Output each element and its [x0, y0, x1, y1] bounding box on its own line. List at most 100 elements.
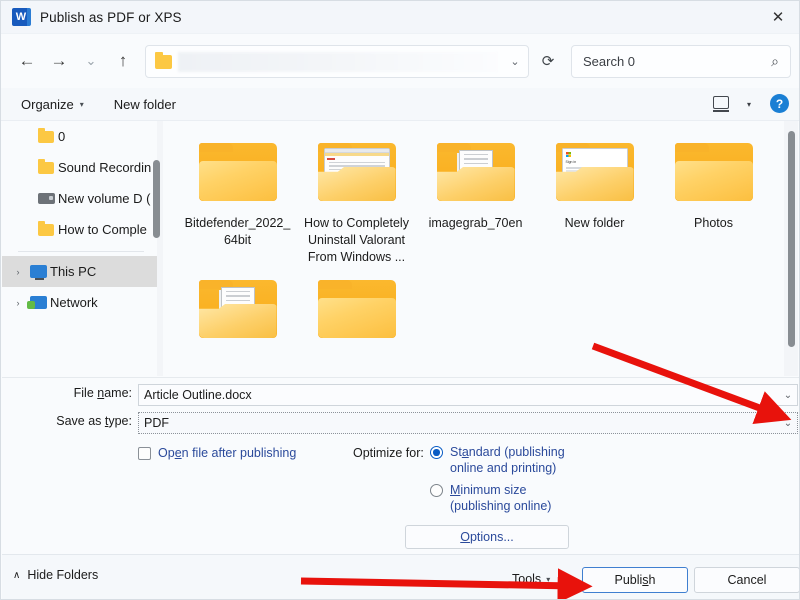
folder-icon: Sign in [547, 135, 643, 209]
sidebar-scrollbar-thumb[interactable] [153, 160, 160, 238]
sidebar-item-new-volume-d[interactable]: New volume D ( [2, 183, 157, 214]
publish-button[interactable]: Publi s h [582, 567, 688, 593]
file-name-label: File name: [73, 386, 132, 400]
window-title: Publish as PDF or XPS [40, 9, 182, 25]
close-icon[interactable]: ✕ [755, 1, 799, 33]
search-input-value: Search 0 [583, 54, 636, 69]
sidebar-item-label: This PC [50, 264, 97, 279]
folder-icon [190, 272, 286, 346]
radio-standard[interactable]: Standard (publishing online and printing) [430, 444, 565, 476]
sidebar-item-how-to-complete[interactable]: How to Comple [2, 214, 157, 245]
file-name-row: File name: Article Outline.docx ⌄ [2, 382, 799, 406]
refresh-icon[interactable]: ⟳ [534, 47, 562, 75]
cancel-button[interactable]: Cancel [694, 567, 799, 593]
chevron-right-icon[interactable]: › [10, 298, 26, 308]
help-icon[interactable]: ? [770, 94, 789, 113]
drive-icon [34, 193, 58, 204]
address-path-blurred [178, 51, 498, 72]
file-item-label: Bitdefender_2022_64bit [184, 216, 291, 247]
command-bar: Organize ▾ New folder ▾ ? [1, 88, 799, 121]
network-icon [26, 296, 50, 309]
search-input[interactable]: Search 0 ⌕ [571, 45, 791, 78]
file-name-value: Article Outline.docx [144, 388, 252, 402]
sidebar-item-0[interactable]: 0 [2, 121, 157, 152]
chevron-down-icon: ▾ [546, 574, 551, 584]
folder-icon [309, 135, 405, 209]
file-item-label: Photos [694, 216, 733, 230]
title-bar: W Publish as PDF or XPS ✕ [1, 1, 799, 34]
organize-label: Organize [21, 96, 74, 112]
chevron-down-icon: ▾ [79, 99, 84, 109]
save-as-type-dropdown[interactable]: PDF ⌄ [138, 412, 798, 434]
new-folder-label: New folder [113, 96, 176, 112]
sidebar-item-label: How to Comple [58, 222, 147, 237]
organize-button[interactable]: Organize ▾ [13, 93, 92, 116]
view-layout-icon[interactable] [713, 96, 729, 112]
up-button[interactable]: ↑ [107, 45, 139, 77]
file-item-label: How to Completely Uninstall Valorant Fro… [304, 216, 409, 264]
tools-button[interactable]: Tools ▾ [512, 567, 550, 591]
sidebar: 0 Sound Recordin New volume D ( How to C… [2, 121, 157, 376]
folder-icon [34, 127, 58, 143]
checkbox-icon[interactable] [138, 446, 151, 460]
search-icon: ⌕ [771, 53, 779, 69]
file-grid: Bitdefender_2022_64bit How to Completely… [164, 121, 799, 358]
file-item-label: New folder [564, 216, 625, 230]
chevron-down-icon[interactable]: ⌄ [779, 390, 797, 401]
radio-minimum-size[interactable]: Minimum size (publishing online) [430, 482, 565, 514]
tools-label: Tools [512, 572, 542, 586]
back-button[interactable]: ← [11, 45, 43, 77]
sidebar-item-label: New volume D ( [58, 191, 151, 206]
file-name-input[interactable]: Article Outline.docx ⌄ [138, 384, 798, 406]
word-app-icon: W [12, 8, 31, 26]
optimize-for-label: Optimize for: [353, 446, 424, 460]
file-list-scrollbar-thumb[interactable] [788, 131, 795, 347]
file-item[interactable]: Photos [654, 135, 773, 266]
file-item[interactable]: Sign in New folder [535, 135, 654, 266]
sidebar-item-label: Sound Recordin [58, 160, 152, 175]
folder-icon [190, 135, 286, 209]
this-pc-icon [26, 265, 50, 280]
hide-folders-button[interactable]: ∧ Hide Folders [13, 568, 98, 582]
chevron-right-icon[interactable]: › [10, 267, 26, 277]
file-item-label: imagegrab_70en [428, 216, 523, 230]
chevron-down-icon[interactable]: ⌄ [502, 47, 528, 77]
file-item[interactable]: How to Completely Uninstall Valorant Fro… [297, 135, 416, 266]
folder-icon [155, 51, 172, 69]
save-as-type-row: Save as type: PDF ⌄ [2, 410, 799, 434]
optimize-for-radio-group: Standard (publishing online and printing)… [430, 444, 565, 520]
sidebar-item-sound-recordings[interactable]: Sound Recordin [2, 152, 157, 183]
options-button[interactable]: Options... [405, 525, 569, 549]
forward-button[interactable]: → [43, 45, 75, 77]
new-folder-button[interactable]: New folder [106, 93, 184, 116]
file-item[interactable]: Bitdefender_2022_64bit [178, 135, 297, 266]
publish-as-pdf-dialog: W Publish as PDF or XPS ✕ ← → ⌄ ↑ ⌄ ⟳ Se… [0, 0, 800, 600]
radio-button-icon[interactable] [430, 484, 443, 497]
open-file-after-publishing-label: Open file after publishing [158, 446, 297, 460]
radio-button-icon[interactable] [430, 446, 443, 459]
open-file-after-publishing-checkbox[interactable]: Open file after publishing [138, 446, 296, 460]
folder-icon [428, 135, 524, 209]
radio-minimum-size-label: Minimum size (publishing online) [450, 483, 552, 513]
sidebar-item-label: 0 [58, 129, 66, 144]
file-item[interactable] [297, 272, 416, 352]
hide-folders-label: Hide Folders [27, 568, 99, 582]
file-item[interactable]: imagegrab_70en [416, 135, 535, 266]
save-as-type-dropdown-chevron[interactable]: ⌄ [779, 418, 797, 429]
save-as-type-label: Save as type: [56, 414, 132, 428]
sidebar-item-network[interactable]: › Network [2, 287, 157, 318]
dialog-action-bar: ∧ Hide Folders Tools ▾ Publi s h Cancel [2, 554, 799, 599]
recent-locations-button[interactable]: ⌄ [75, 45, 107, 77]
sidebar-item-this-pc[interactable]: › This PC [2, 256, 157, 287]
folder-icon [666, 135, 762, 209]
address-bar[interactable]: ⌄ [145, 45, 529, 78]
folder-icon [34, 158, 58, 174]
radio-standard-label: Standard (publishing online and printing) [450, 445, 565, 475]
file-item[interactable] [178, 272, 297, 352]
save-options-panel: File name: Article Outline.docx ⌄ Save a… [2, 377, 799, 572]
save-as-type-value: PDF [144, 416, 169, 430]
chevron-down-icon[interactable]: ▾ [747, 100, 751, 109]
file-list: Bitdefender_2022_64bit How to Completely… [164, 121, 799, 376]
sidebar-item-label: Network [50, 295, 98, 310]
chevron-up-icon: ∧ [13, 569, 21, 581]
